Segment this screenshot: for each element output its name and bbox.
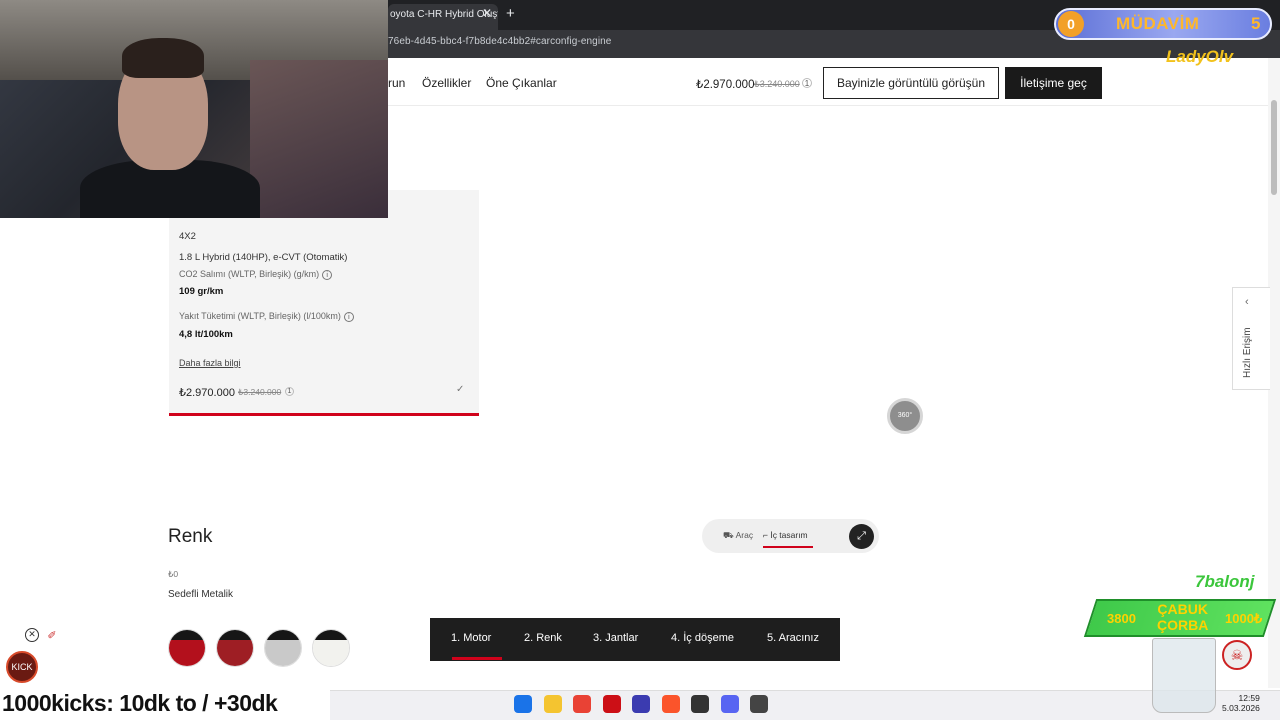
url-text[interactable]: 76eb-4d45-bbc4-f7b8de4c4bb2#carconfig-en…: [388, 36, 611, 47]
webcam-person-hair: [122, 38, 204, 78]
toggle-interior[interactable]: ⌐ İç tasarım: [763, 530, 808, 540]
goal-target: 1000₺: [1225, 611, 1263, 626]
toggle-exterior[interactable]: ⛟ Araç: [723, 530, 753, 542]
nav-price: ₺2.970.000: [696, 79, 755, 91]
engine-price-footnote[interactable]: 1: [285, 387, 294, 396]
expand-icon[interactable]: ⤢: [849, 524, 874, 549]
brave-icon[interactable]: [661, 695, 680, 713]
pen-icon: ✐: [44, 628, 60, 644]
nav-link-urun[interactable]: run: [388, 76, 405, 90]
more-info-link[interactable]: Daha fazla bilgi: [179, 358, 241, 368]
system-clock[interactable]: 12:59 5.03.2026: [1222, 693, 1260, 713]
overlay-donor: 7balonj: [1195, 572, 1255, 591]
chevron-left-icon[interactable]: ‹: [1245, 296, 1249, 308]
webcam-overlay: [0, 0, 388, 218]
goal-title: ÇABUK ÇORBA: [1157, 601, 1209, 633]
co2-value: 109 gr/km: [179, 286, 224, 297]
overlay-username: LadyOlv: [1166, 47, 1234, 66]
opera-icon[interactable]: [602, 695, 621, 713]
file-explorer-icon[interactable]: [543, 695, 562, 713]
nav-link-highlights[interactable]: Öne Çıkanlar: [486, 76, 557, 90]
nav-price-old: ₺3.240.000: [754, 79, 800, 89]
engine-option-card[interactable]: [169, 190, 479, 416]
engine-price: ₺2.970.000: [179, 387, 235, 399]
color-swatch[interactable]: [312, 629, 350, 667]
chatgpt-icon[interactable]: [691, 695, 709, 713]
video-call-button[interactable]: Bayinizle görüntülü görüşün: [823, 67, 999, 99]
app-f-icon[interactable]: [632, 695, 650, 713]
section-title-color: Renk: [168, 526, 213, 547]
toggle-active-indicator: [763, 546, 813, 548]
cup-overlay-image: [1152, 638, 1216, 713]
co2-label: CO2 Salımı (WLTP, Birleşik) (g/km) i: [179, 269, 333, 280]
contact-button[interactable]: İletişime geç: [1005, 67, 1102, 99]
badge-number: 5: [1251, 14, 1261, 33]
info-icon[interactable]: i: [343, 311, 354, 322]
chrome-icon[interactable]: [573, 695, 591, 713]
check-icon: ✓: [456, 384, 465, 395]
drive-type: 4X2: [179, 231, 196, 242]
badge-title: MÜDAVİM: [1116, 14, 1200, 33]
nav-link-features[interactable]: Özellikler: [422, 76, 471, 90]
step-wheels[interactable]: 3. Jantlar: [593, 632, 638, 644]
close-icon[interactable]: ✕: [25, 628, 39, 642]
discord-icon[interactable]: [720, 695, 739, 713]
webcam-background-wall: [250, 60, 388, 218]
color-swatch[interactable]: [264, 629, 302, 667]
goal-current: 3800: [1107, 611, 1136, 626]
step-motor[interactable]: 1. Motor: [451, 632, 491, 644]
engine-spec: 1.8 L Hybrid (140HP), e-CVT (Otomatik): [179, 252, 348, 263]
fuel-value: 4,8 lt/100km: [179, 329, 233, 340]
step-interior[interactable]: 4. İç döşeme: [671, 632, 734, 644]
fuel-label: Yakıt Tüketimi (WLTP, Birleşik) (l/100km…: [179, 311, 354, 322]
badge-count: 0: [1058, 11, 1084, 37]
rotate-360-icon[interactable]: 360°: [887, 398, 923, 434]
color-swatch[interactable]: [168, 629, 206, 667]
color-price: ₺0: [168, 569, 179, 579]
quick-access-label: Hızlı Erişim: [1242, 327, 1253, 378]
step-summary[interactable]: 5. Aracınız: [767, 632, 819, 644]
channel-logo: KICK: [6, 651, 38, 683]
color-swatch[interactable]: [216, 629, 254, 667]
active-step-indicator: [452, 657, 502, 660]
obs-icon[interactable]: [750, 695, 768, 713]
windows-start-icon[interactable]: [514, 695, 532, 713]
skull-icon: ☠: [1222, 640, 1252, 670]
step-color[interactable]: 2. Renk: [524, 632, 562, 644]
tab-close-icon[interactable]: ✕: [482, 6, 492, 20]
engine-price-old: ₺3.240.000: [238, 387, 282, 397]
kick-ticker-text: 1000kicks: 10dk to / +30dk: [2, 690, 278, 716]
nav-price-footnote[interactable]: 1: [802, 78, 812, 88]
new-tab-button[interactable]: +: [506, 5, 515, 22]
selected-color-name: Sedefli Metalik: [168, 589, 234, 600]
scrollbar-thumb[interactable]: [1271, 100, 1277, 195]
info-icon[interactable]: i: [322, 269, 333, 280]
car-icon: ⛟: [723, 530, 736, 540]
